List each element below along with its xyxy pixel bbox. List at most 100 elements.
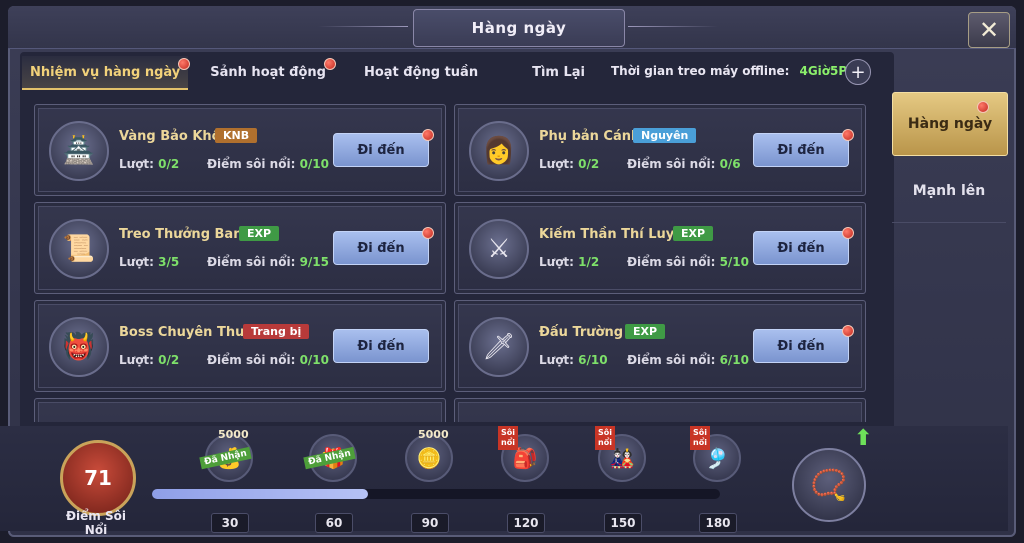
go-button[interactable]: Đi đến: [753, 227, 854, 265]
task-name: Kiếm Thần Thí Luyện: [539, 227, 693, 242]
task-tag: Nguyên: [633, 128, 697, 143]
offline-time: Thời gian treo máy offline: 4Giờ5Phút: [611, 64, 879, 78]
task-tag: EXP: [239, 226, 280, 241]
turns-value: 0/2: [158, 353, 180, 367]
task-grid[interactable]: 🏯 Vàng Bảo Khố KNB Lượt: 0/2 Điểm sôi nổ…: [34, 104, 866, 422]
side-menu-strengthen[interactable]: Mạnh lên: [892, 160, 1006, 223]
notification-dot-icon: [422, 129, 434, 141]
turns-value: 0/2: [158, 157, 180, 171]
activity-score: 71: [60, 440, 136, 516]
task-card: 👹 Boss Chuyên Thuộc Trang bị Lượt: 0/2 Đ…: [34, 300, 446, 392]
tab-label: Hoạt động tuần: [363, 64, 479, 80]
task-card: 🏯 Vàng Bảo Khố KNB Lượt: 0/2 Điểm sôi nổ…: [34, 104, 446, 196]
milestone-value: 60: [315, 513, 353, 533]
task-turns: Lượt: 0/2: [539, 157, 599, 171]
task-turns: Lượt: 0/2: [119, 353, 179, 367]
milestone-value: 30: [211, 513, 249, 533]
tab-retrieve[interactable]: Tìm Lại: [524, 56, 593, 88]
go-button[interactable]: Đi đến: [333, 227, 434, 265]
milestone-value: 120: [507, 513, 545, 533]
turns-label: Lượt:: [119, 255, 154, 269]
points-label: Điểm sôi nổi:: [207, 157, 296, 171]
task-turns: Lượt: 0/2: [119, 157, 179, 171]
points-value: 5/10: [719, 255, 749, 269]
activity-flag: Sôi nổi: [498, 426, 518, 450]
go-button[interactable]: Đi đến: [753, 325, 854, 363]
task-card: 👩 Phụ bản Cánh Nguyên Lượt: 0/2 Điểm sôi…: [454, 104, 866, 196]
milestone-value: 150: [604, 513, 642, 533]
activity-flag: Sôi nổi: [690, 426, 710, 450]
points-label: Điểm sôi nổi:: [207, 353, 296, 367]
points-label: Điểm sôi nổi:: [627, 157, 716, 171]
task-name: Treo Thưởng Bang: [119, 227, 252, 242]
points-value: 6/10: [719, 353, 749, 367]
task-card: 🗡 Đấu Trường EXP Lượt: 6/10 Điểm sôi nổi…: [454, 300, 866, 392]
points-value: 0/10: [299, 157, 329, 171]
turns-label: Lượt:: [119, 157, 154, 171]
milestone-reward[interactable]: 🎎 Sôi nổi 150: [595, 426, 647, 533]
milestone-reward[interactable]: 🎁 Đã Nhận 60: [303, 434, 358, 533]
points-label: Điểm sôi nổi:: [207, 255, 296, 269]
notification-dot-icon: [178, 58, 191, 70]
go-button-label: Đi đến: [357, 240, 405, 256]
task-points: Điểm sôi nổi: 5/10: [627, 255, 749, 269]
go-button-label: Đi đến: [357, 338, 405, 354]
close-icon[interactable]: ✕: [968, 12, 1010, 48]
turns-value: 1/2: [578, 255, 600, 269]
side-menu-label: Hàng ngày: [907, 116, 993, 132]
side-menu: Hàng ngày Mạnh lên: [892, 46, 1008, 426]
window-title: Hàng ngày: [413, 9, 625, 47]
go-button[interactable]: Đi đến: [753, 129, 854, 167]
points-value: 9/15: [299, 255, 329, 269]
points-label: Điểm sôi nổi:: [627, 353, 716, 367]
milestone-reward[interactable]: 💰 5000 Đã Nhận 30: [199, 428, 254, 533]
activity-score-label: Điểm Sôi Nổi: [66, 509, 126, 537]
points-value: 0/6: [719, 157, 741, 171]
go-button[interactable]: Đi đến: [333, 129, 434, 167]
go-button-label: Đi đến: [777, 338, 825, 354]
side-menu-label: Mạnh lên: [912, 183, 986, 199]
task-turns: Lượt: 1/2: [539, 255, 599, 269]
notification-dot-icon: [323, 58, 336, 70]
task-points: Điểm sôi nổi: 9/15: [207, 255, 329, 269]
task-name: Boss Chuyên Thuộc: [119, 325, 261, 340]
milestone-reward[interactable]: 🎒 Sôi nổi 120: [498, 426, 550, 533]
notification-dot-icon: [842, 325, 854, 337]
plus-icon[interactable]: +: [845, 59, 871, 85]
tab-label: Tìm Lại: [532, 64, 586, 80]
task-icon: 🏯: [49, 121, 109, 181]
milestone-reward[interactable]: 🪙 5000 90: [404, 428, 454, 533]
go-button[interactable]: Đi đến: [333, 329, 429, 363]
title-ornament-left: [318, 26, 408, 27]
task-icon: 📜: [49, 219, 109, 279]
turns-label: Lượt:: [119, 353, 154, 367]
tab-daily-quests[interactable]: Nhiệm vụ hàng ngày: [22, 56, 191, 90]
activity-progress-fill: [152, 489, 368, 499]
up-arrow-icon: ⬆: [854, 426, 873, 451]
notification-dot-icon: [842, 227, 854, 239]
turns-value: 6/10: [578, 353, 608, 367]
notification-dot-icon: [422, 227, 434, 239]
grand-reward-icon[interactable]: 📿: [792, 448, 866, 522]
points-value: 0/10: [299, 353, 329, 367]
tab-activity-hall[interactable]: Sảnh hoạt động: [202, 56, 336, 88]
task-tag: KNB: [215, 128, 258, 143]
gold-ingot-icon: 🪙: [405, 434, 453, 482]
offline-label: Thời gian treo máy offline:: [611, 64, 790, 78]
task-name: Vàng Bảo Khố: [119, 129, 221, 144]
task-name: Đấu Trường: [539, 325, 624, 340]
side-menu-daily[interactable]: Hàng ngày: [892, 92, 1008, 156]
tab-label: Nhiệm vụ hàng ngày: [30, 64, 181, 80]
title-ornament-right: [628, 26, 718, 27]
task-turns: Lượt: 3/5: [119, 255, 179, 269]
task-icon: ⚔: [469, 219, 529, 279]
go-button-label: Đi đến: [777, 142, 825, 158]
task-icon: 👩: [469, 121, 529, 181]
task-points: Điểm sôi nổi: 0/6: [627, 157, 741, 171]
task-turns: Lượt: 6/10: [539, 353, 608, 367]
task-tag: Trang bị: [243, 324, 310, 339]
reward-amount: 5000: [418, 428, 449, 441]
notification-dot-icon: [977, 101, 989, 113]
milestone-reward[interactable]: 🎐 Sôi nổi 180: [690, 426, 742, 533]
tab-weekly-activity[interactable]: Hoạt động tuần: [356, 56, 486, 88]
